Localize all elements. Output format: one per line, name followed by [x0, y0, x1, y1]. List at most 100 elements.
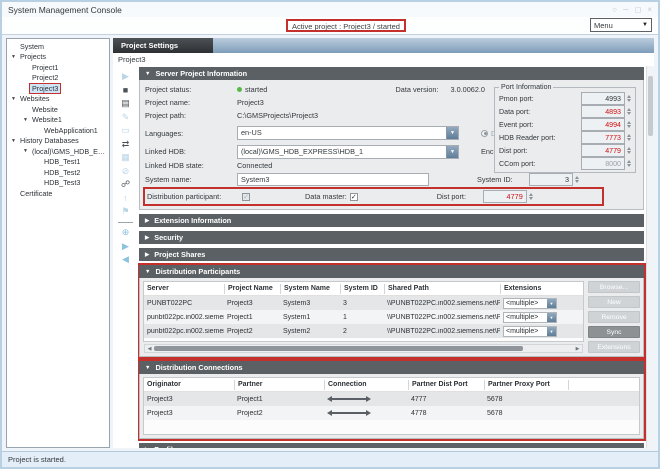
stepper-arrows-icon[interactable] — [627, 95, 631, 103]
step-down-icon[interactable] — [627, 138, 631, 141]
dist-port-stepper[interactable]: 4779 — [483, 190, 533, 203]
pin-project-icon[interactable]: ⚑ — [119, 206, 132, 217]
column-header-partner[interactable]: Partner — [234, 380, 324, 390]
column-header-partner-dist-port[interactable]: Partner Dist Port — [408, 380, 484, 390]
extensions-button[interactable]: Extensions — [588, 341, 640, 353]
system-name-input[interactable]: System3 — [237, 173, 429, 186]
share-project-icon[interactable]: ☍ — [119, 179, 132, 190]
chevron-down-icon[interactable]: ▼ — [446, 127, 458, 139]
scroll-right-icon[interactable]: ▶ — [573, 346, 582, 352]
tree-item-hdb-test1[interactable]: HDB_Test1 — [7, 157, 109, 168]
section-header-security[interactable]: ▶ Security — [139, 231, 644, 244]
stop-project-icon[interactable]: ■ — [119, 85, 132, 96]
connection-row[interactable]: Project3Project147775678 — [144, 392, 639, 406]
start-project-icon[interactable]: ▶ — [119, 71, 132, 82]
stepper-arrows-icon[interactable] — [529, 193, 533, 201]
step-down-icon[interactable] — [627, 99, 631, 102]
tree-item-hdb-test3[interactable]: HDB_Test3 — [7, 178, 109, 189]
new-project-icon[interactable]: ▤ — [119, 98, 132, 109]
chevron-down-icon[interactable]: ▼ — [446, 146, 458, 158]
tab-project-settings[interactable]: Project Settings — [113, 38, 213, 53]
tree-item-website[interactable]: Website — [7, 104, 109, 115]
step-up-icon[interactable] — [627, 160, 631, 163]
participant-row[interactable]: punbt022pc.in002.siemerProject1System11\… — [144, 310, 583, 324]
step-down-icon[interactable] — [627, 151, 631, 154]
tree-item-website1[interactable]: ▼Website1 — [7, 115, 109, 126]
column-header-partner-proxy-port[interactable]: Partner Proxy Port — [484, 380, 568, 390]
sync-button[interactable]: Sync — [588, 326, 640, 338]
run-back-icon[interactable]: ◀ — [119, 254, 132, 265]
stepper-arrows-icon[interactable] — [575, 176, 579, 184]
tree-item-project3[interactable]: Project3 — [7, 83, 109, 94]
stepper-arrows-icon[interactable] — [627, 147, 631, 155]
port-stepper[interactable]: 4893 — [581, 105, 631, 118]
minimize-icon[interactable]: ─ — [623, 6, 629, 14]
stepper-arrows-icon[interactable] — [627, 121, 631, 129]
new-button[interactable]: New — [588, 296, 640, 308]
participants-hscrollbar[interactable]: ◀ ▶ — [144, 344, 583, 353]
extensions-combo[interactable]: <multiple>▼ — [503, 298, 557, 309]
tree-expander-icon[interactable]: ▼ — [21, 117, 30, 123]
section-header-distribution-connections[interactable]: ▼ Distribution Connections — [139, 361, 644, 374]
tree-item-projects[interactable]: ▼Projects — [7, 52, 109, 63]
cancel-icon[interactable]: ⊘ — [119, 166, 132, 177]
stepper-arrows-icon[interactable] — [627, 108, 631, 116]
scroll-thumb[interactable] — [154, 346, 523, 351]
menu-dropdown[interactable]: Menu ▼ — [590, 18, 652, 32]
chevron-down-icon[interactable]: ▼ — [547, 313, 556, 322]
port-stepper[interactable]: 8000 — [581, 157, 631, 170]
tree-item-websites[interactable]: ▼Websites — [7, 94, 109, 105]
column-header-server[interactable]: Server — [144, 284, 224, 294]
tree-item-system[interactable]: System — [7, 41, 109, 52]
section-header-profiles[interactable]: ▶ Profiles — [139, 443, 644, 448]
section-header-project-shares[interactable]: ▶ Project Shares — [139, 248, 644, 261]
participant-row[interactable]: PUNBT022PCProject3System33\\PUNBT022PC.i… — [144, 296, 583, 310]
tree-item-project2[interactable]: Project2 — [7, 73, 109, 84]
port-stepper[interactable]: 4993 — [581, 92, 631, 105]
column-header-originator[interactable]: Originator — [144, 380, 234, 390]
step-down-icon[interactable] — [627, 164, 631, 167]
scroll-thumb[interactable] — [648, 76, 653, 136]
tree-expander-icon[interactable]: ▼ — [9, 96, 18, 102]
extensions-combo[interactable]: <multiple>▼ — [503, 312, 557, 323]
upgrade-project-icon[interactable]: ↑ — [119, 193, 132, 204]
tree-expander-icon[interactable]: ▼ — [9, 138, 18, 144]
port-stepper[interactable]: 4994 — [581, 118, 631, 131]
column-header-connection[interactable]: Connection — [324, 380, 408, 390]
section-header-distribution-participants[interactable]: ▼ Distribution Participants — [139, 265, 644, 278]
stepper-arrows-icon[interactable] — [627, 134, 631, 142]
tree-item-certificate[interactable]: Certificate — [7, 188, 109, 199]
extensions-combo[interactable]: <multiple>▼ — [503, 326, 557, 337]
tree-item-hdb-test2[interactable]: HDB_Test2 — [7, 167, 109, 178]
rename-project-icon[interactable]: ▭ — [119, 125, 132, 136]
port-stepper[interactable]: 4779 — [581, 144, 631, 157]
tree-expander-icon[interactable]: ▼ — [9, 54, 18, 60]
step-up-icon[interactable] — [627, 95, 631, 98]
chevron-down-icon[interactable]: ▼ — [547, 327, 556, 336]
languages-combo[interactable]: en-US ▼ — [237, 126, 459, 140]
maximize-icon[interactable]: ◻ — [635, 6, 642, 14]
edit-project-icon[interactable]: ✎ — [119, 112, 132, 123]
port-stepper[interactable]: 7773 — [581, 131, 631, 144]
step-up-icon[interactable] — [627, 147, 631, 150]
linked-hdb-combo[interactable]: (local)\GMS_HDB_EXPRESS\HDB_1 ▼ — [237, 145, 459, 159]
stepper-arrows-icon[interactable] — [627, 160, 631, 168]
tree-item-webapplication1[interactable]: WebApplication1 — [7, 125, 109, 136]
distribution-participant-checkbox[interactable]: ✓ — [242, 193, 250, 201]
tree-item-project1[interactable]: Project1 — [7, 62, 109, 73]
scroll-left-icon[interactable]: ◀ — [145, 346, 154, 352]
column-header-system-name[interactable]: System Name — [280, 284, 340, 294]
participant-row[interactable]: punbt022pc.in002.siemerProject2System22\… — [144, 324, 583, 338]
run-forward-icon[interactable]: ▶ — [119, 241, 132, 252]
column-header-shared-path[interactable]: Shared Path — [384, 284, 500, 294]
system-id-stepper[interactable]: 3 — [529, 173, 579, 186]
help-icon[interactable]: ○ — [612, 6, 617, 14]
connection-row[interactable]: Project3Project247785678 — [144, 406, 639, 420]
step-up-icon[interactable] — [627, 121, 631, 124]
close-icon[interactable]: × — [647, 6, 652, 14]
column-header-extensions[interactable]: Extensions — [500, 284, 560, 294]
column-header-system-id[interactable]: System ID — [340, 284, 384, 294]
settings-vscrollbar[interactable] — [646, 66, 654, 448]
column-header-project-name[interactable]: Project Name — [224, 284, 280, 294]
step-up-icon[interactable] — [627, 108, 631, 111]
